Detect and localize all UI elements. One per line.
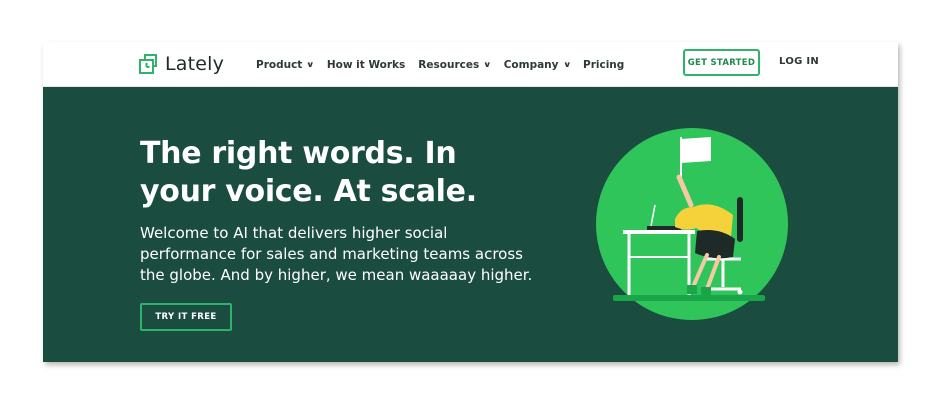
top-nav: Lately Product ∨ How it Works Resources … [43, 42, 898, 87]
main-menu: Product ∨ How it Works Resources ∨ Compa… [256, 42, 637, 87]
login-link[interactable]: LOG IN [779, 56, 819, 67]
subtext-line-3: the globe. And by higher, we mean waaaaa… [140, 266, 533, 284]
nav-how-it-works[interactable]: How it Works [327, 59, 405, 71]
nav-company[interactable]: Company ∨ [503, 58, 571, 71]
hero-section: The right words. In your voice. At scale… [43, 87, 898, 362]
nav-pricing-label: Pricing [583, 58, 625, 71]
nav-company-label: Company [503, 58, 559, 71]
get-started-button[interactable]: GET STARTED [683, 49, 760, 76]
headline-line-2: your voice. At scale. [140, 174, 477, 209]
nav-resources[interactable]: Resources ∨ [418, 58, 492, 71]
subtext-line-2: performance for sales and marketing team… [140, 245, 523, 263]
try-it-free-button[interactable]: TRY IT FREE [140, 303, 232, 331]
nav-product[interactable]: Product ∨ [256, 58, 315, 71]
nav-resources-label: Resources [418, 58, 480, 71]
hero-headline: The right words. In your voice. At scale… [140, 135, 540, 211]
nav-product-label: Product [256, 58, 303, 71]
chevron-down-icon: ∨ [306, 60, 315, 69]
website-frame: Lately Product ∨ How it Works Resources … [43, 42, 898, 362]
nav-how-it-works-label: How it Works [326, 58, 406, 71]
brand-logo[interactable]: Lately [139, 50, 224, 78]
brand-name: Lately [165, 53, 225, 75]
desk-top [623, 230, 695, 234]
chair-back [737, 197, 743, 242]
white-flag-icon [681, 137, 711, 163]
hero-illustration [596, 128, 788, 320]
floor-line [613, 295, 765, 301]
headline-line-1: The right words. In [140, 136, 457, 171]
subtext-line-1: Welcome to AI that delivers higher socia… [140, 224, 448, 242]
nav-pricing[interactable]: Pricing [583, 59, 624, 71]
chevron-down-icon: ∨ [483, 60, 492, 69]
hero-subtext: Welcome to AI that delivers higher socia… [140, 223, 560, 286]
lately-logo-icon [139, 53, 157, 74]
chevron-down-icon: ∨ [562, 60, 571, 69]
